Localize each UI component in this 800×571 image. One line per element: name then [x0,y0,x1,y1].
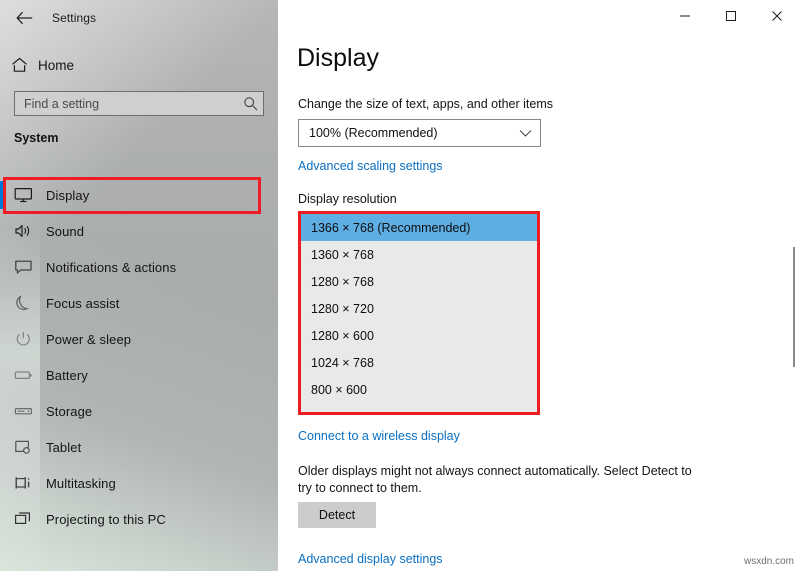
scale-label: Change the size of text, apps, and other… [298,97,553,111]
multitasking-icon [0,475,46,491]
sidebar-item-home[interactable]: Home [0,50,278,80]
sidebar-item-projecting-label: Projecting to this PC [46,512,166,527]
titlebar-left: Settings [0,0,278,36]
scrollbar-thumb[interactable] [793,247,795,367]
resolution-option[interactable]: 1366 × 768 (Recommended) [300,214,539,241]
tablet-icon [0,439,46,455]
back-arrow-icon [16,11,33,25]
sidebar-nav-list: Display Sound [0,177,278,537]
resolution-option[interactable]: 1360 × 768 [300,241,539,268]
close-button[interactable] [754,0,800,32]
resolution-listbox[interactable]: 1366 × 768 (Recommended) 1360 × 768 1280… [299,213,540,413]
wireless-display-link[interactable]: Connect to a wireless display [298,429,460,443]
search-input[interactable] [15,97,237,111]
sidebar: Settings Home System [0,0,278,571]
back-button[interactable] [2,2,46,34]
sidebar-item-power-sleep-label: Power & sleep [46,332,131,347]
sidebar-item-battery-label: Battery [46,368,88,383]
scale-dropdown-value: 100% (Recommended) [299,126,510,140]
resolution-option[interactable]: 1024 × 768 [300,349,539,376]
storage-icon [0,403,46,419]
sidebar-item-notifications[interactable]: Notifications & actions [0,249,278,285]
sidebar-item-home-label: Home [38,58,74,73]
minimize-button[interactable] [662,0,708,32]
sidebar-item-tablet[interactable]: Tablet [0,429,278,465]
resolution-option[interactable]: 1280 × 768 [300,268,539,295]
projecting-icon [0,511,46,527]
resolution-option[interactable]: 800 × 600 [300,376,539,403]
resolution-option[interactable]: 1280 × 720 [300,295,539,322]
sidebar-item-sound-label: Sound [46,224,84,239]
window-controls [662,0,800,32]
maximize-icon [725,10,737,22]
minimize-icon [679,10,691,22]
sidebar-item-focus-assist-label: Focus assist [46,296,119,311]
power-icon [0,331,46,347]
maximize-button[interactable] [708,0,754,32]
home-icon [0,57,38,73]
sidebar-item-display-label: Display [46,188,89,203]
main-content: Display Change the size of text, apps, a… [278,0,800,571]
sidebar-item-multitasking-label: Multitasking [46,476,116,491]
detect-button[interactable]: Detect [298,502,376,528]
search-box[interactable] [14,91,264,116]
sidebar-item-notifications-label: Notifications & actions [46,260,176,275]
scale-dropdown[interactable]: 100% (Recommended) [298,119,541,147]
sidebar-item-storage-label: Storage [46,404,92,419]
advanced-scaling-link[interactable]: Advanced scaling settings [298,159,443,173]
detect-hint-text: Older displays might not always connect … [298,463,702,497]
sidebar-section-title: System [14,131,58,145]
resolution-label: Display resolution [298,192,397,206]
sidebar-item-tablet-label: Tablet [46,440,81,455]
chevron-down-icon [510,129,540,138]
resolution-option[interactable]: 1280 × 600 [300,322,539,349]
page-title: Display [297,44,379,73]
sidebar-item-sound[interactable]: Sound [0,213,278,249]
sidebar-item-power-sleep[interactable]: Power & sleep [0,321,278,357]
monitor-icon [0,187,46,203]
notification-icon [0,259,46,275]
sidebar-item-display[interactable]: Display [0,177,278,213]
advanced-display-link[interactable]: Advanced display settings [298,552,443,566]
selection-indicator [0,181,4,209]
sidebar-item-projecting[interactable]: Projecting to this PC [0,501,278,537]
speaker-icon [0,223,46,239]
sidebar-item-storage[interactable]: Storage [0,393,278,429]
sidebar-item-focus-assist[interactable]: Focus assist [0,285,278,321]
sidebar-item-battery[interactable]: Battery [0,357,278,393]
app-title: Settings [52,11,96,25]
search-icon[interactable] [237,96,263,111]
scrollbar[interactable] [788,32,800,571]
close-icon [771,10,783,22]
battery-icon [0,367,46,383]
settings-window: Settings Home System [0,0,800,571]
moon-icon [0,295,46,311]
sidebar-item-multitasking[interactable]: Multitasking [0,465,278,501]
watermark: wsxdn.com [744,556,794,567]
